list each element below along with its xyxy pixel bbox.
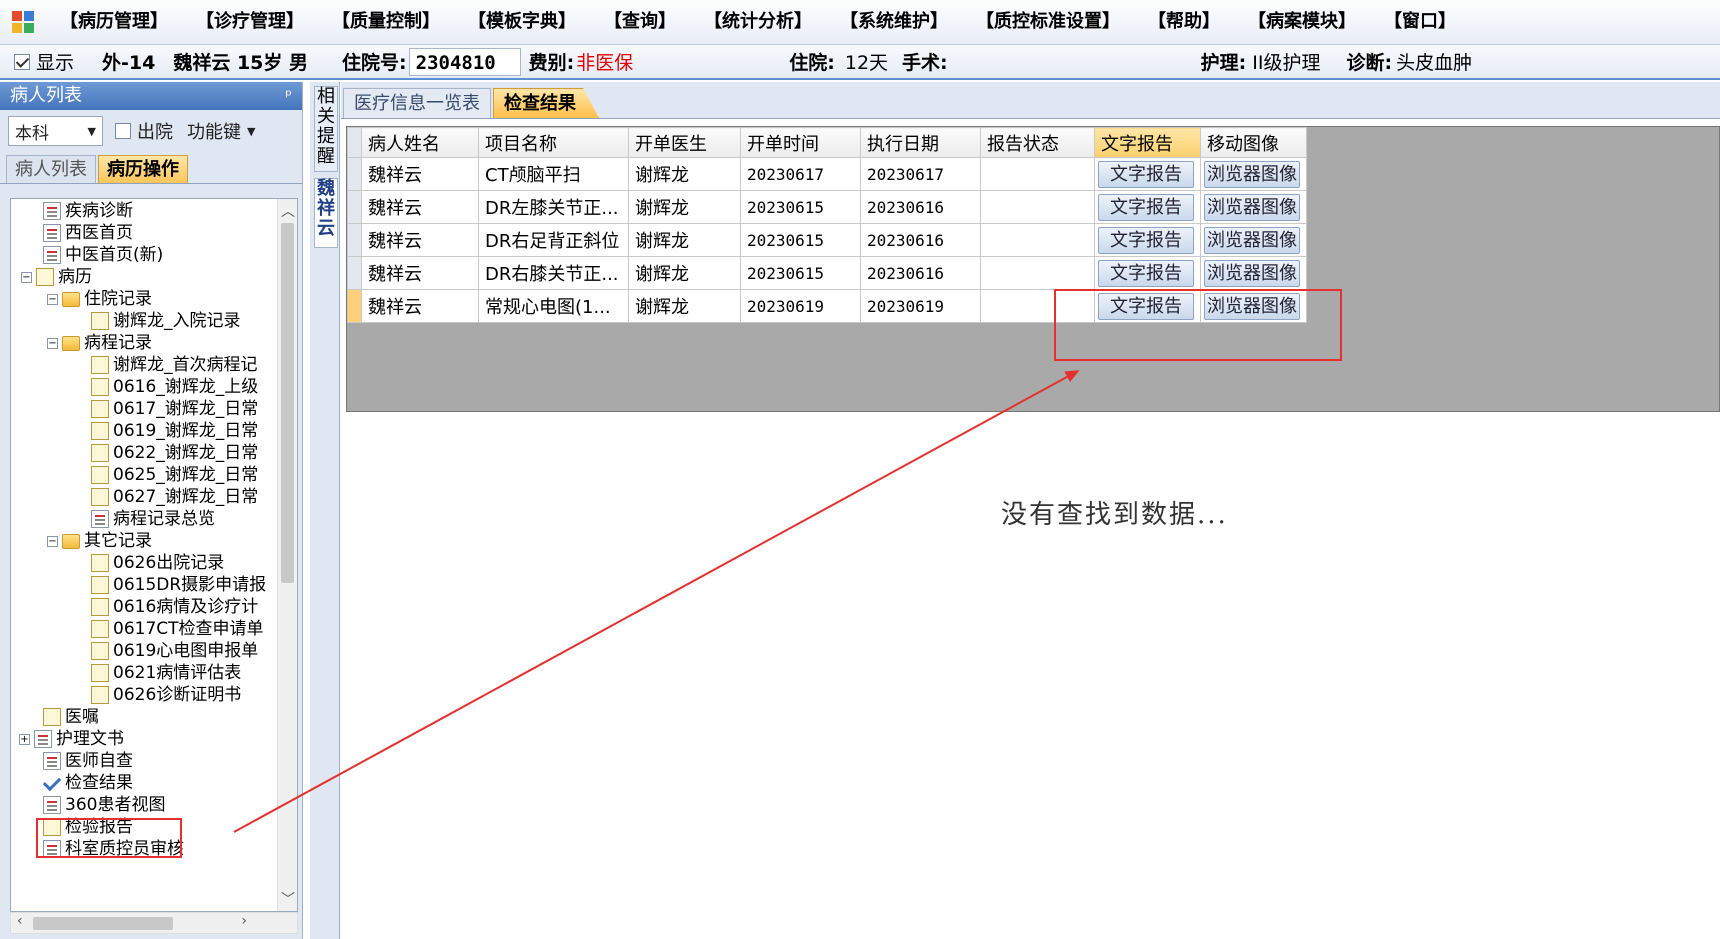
annotation-arrow bbox=[233, 370, 1080, 833]
app-window: 【病历管理】 【诊疗管理】 【质量控制】 【模板字典】 【查询】 【统计分析】 … bbox=[0, 0, 1720, 939]
